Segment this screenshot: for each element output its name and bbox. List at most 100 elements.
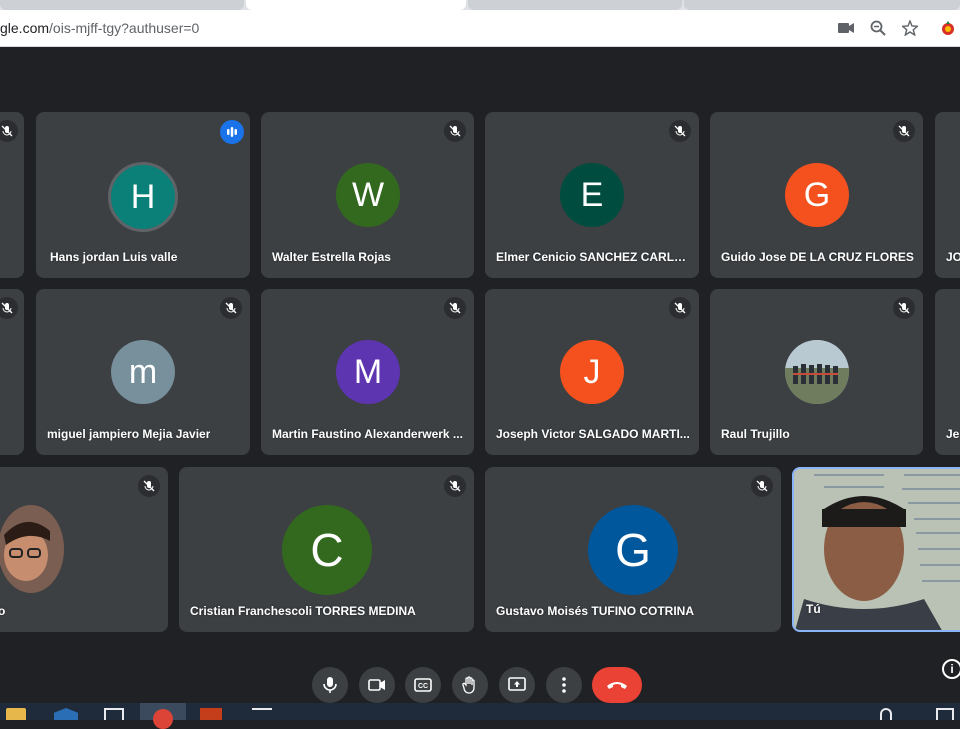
mic-off-icon <box>138 475 160 497</box>
avatar-initial: E <box>580 175 604 214</box>
call-end-icon <box>607 682 627 689</box>
browser-tab[interactable] <box>468 0 682 10</box>
participant-tile[interactable]: E Elmer Cenicio SANCHEZ CARLOS <box>485 112 699 278</box>
url-host: gle.com <box>0 20 50 36</box>
browser-tab-strip <box>0 0 960 10</box>
camera-in-use-icon[interactable] <box>836 18 856 38</box>
participant-tile[interactable]: W Walter Estrella Rojas <box>261 112 474 278</box>
leave-call-button[interactable] <box>592 667 642 703</box>
mic-off-icon <box>751 475 773 497</box>
participant-tile[interactable]: m miguel jampiero Mejia Javier <box>36 289 250 455</box>
avatar-initial: G <box>615 524 651 576</box>
participant-tile[interactable]: C Cristian Franchescoli TORRES MEDINA <box>179 467 474 632</box>
more-vert-icon <box>562 677 566 693</box>
avatar-initial: m <box>128 352 158 391</box>
taskbar-active-app[interactable] <box>140 703 186 729</box>
app-icon[interactable] <box>54 708 78 720</box>
mic-off-icon <box>444 475 466 497</box>
avatar-initial: C <box>310 524 344 576</box>
mic-off-icon <box>444 297 466 319</box>
zoom-icon[interactable] <box>868 18 888 38</box>
participant-tile[interactable]: G Guido Jose DE LA CRUZ FLORES <box>710 112 923 278</box>
avatar: H <box>108 162 178 232</box>
participant-tile-partial[interactable]: Je <box>935 289 960 455</box>
avatar: W <box>336 163 400 227</box>
avatar-initial: J <box>583 352 601 391</box>
participant-name: Tú <box>806 602 821 616</box>
participant-tile[interactable]: o <box>0 467 168 632</box>
participant-tile[interactable]: M Martin Faustino Alexanderwerk ... <box>261 289 474 455</box>
powerpoint-icon[interactable] <box>200 708 222 720</box>
mic-button[interactable] <box>312 667 348 703</box>
avatar: G <box>588 505 678 595</box>
url-path: /ois-mjff-tgy?authuser=0 <box>49 20 200 36</box>
avatar: m <box>111 340 175 404</box>
mic-off-icon <box>893 120 915 142</box>
avatar-initial: W <box>351 175 385 214</box>
person-icon[interactable] <box>880 708 892 720</box>
mic-off-icon <box>220 297 242 319</box>
avatar-photo <box>785 340 849 404</box>
camera-button[interactable] <box>359 667 395 703</box>
participant-name: Je <box>946 427 960 441</box>
browser-tab[interactable] <box>684 0 960 10</box>
bookmark-star-icon[interactable] <box>900 18 920 38</box>
mic-off-icon <box>444 120 466 142</box>
more-options-button[interactable] <box>546 667 582 703</box>
participant-name: Martin Faustino Alexanderwerk ... <box>272 427 463 441</box>
captions-icon: CC <box>414 678 432 692</box>
avatar: M <box>336 340 400 404</box>
participant-name: miguel jampiero Mejia Javier <box>47 427 211 441</box>
captions-button[interactable]: CC <box>405 667 441 703</box>
participant-name: Walter Estrella Rojas <box>272 250 391 264</box>
browser-tab-active[interactable] <box>246 0 466 10</box>
avatar-initial: H <box>130 177 156 216</box>
avatar: C <box>282 505 372 595</box>
chrome-icon <box>153 709 173 729</box>
mic-off-icon <box>893 297 915 319</box>
mic-icon <box>323 677 337 693</box>
participant-name: Hans jordan Luis valle <box>50 250 178 264</box>
participant-tile-partial[interactable] <box>0 289 24 455</box>
camera-icon <box>368 679 385 691</box>
participant-name: Raul Trujillo <box>721 427 790 441</box>
meeting-stage: H Hans jordan Luis valle W Walter Estrel… <box>0 47 960 703</box>
participant-tile[interactable]: G Gustavo Moisés TUFINO COTRINA <box>485 467 781 632</box>
extension-icon[interactable] <box>938 18 958 38</box>
avatar: J <box>560 340 624 404</box>
participant-tile[interactable]: J Joseph Victor SALGADO MARTI... <box>485 289 699 455</box>
svg-text:CC: CC <box>418 683 428 690</box>
participant-tile-partial[interactable] <box>0 112 24 278</box>
self-view-tile[interactable]: Tú <box>792 467 960 632</box>
mail-icon[interactable] <box>252 708 272 720</box>
info-icon[interactable]: i <box>942 659 960 679</box>
present-button[interactable] <box>499 667 535 703</box>
participant-name: Guido Jose DE LA CRUZ FLORES <box>721 250 914 264</box>
mic-off-icon <box>669 297 691 319</box>
participant-name: JO <box>946 250 960 264</box>
participant-name: Gustavo Moisés TUFINO COTRINA <box>496 604 695 618</box>
file-explorer-icon[interactable] <box>6 708 26 720</box>
participant-name: Cristian Franchescoli TORRES MEDINA <box>190 604 416 618</box>
participant-name: Joseph Victor SALGADO MARTI... <box>496 427 690 441</box>
avatar: G <box>785 163 849 227</box>
participant-tile-partial[interactable]: JO <box>935 112 960 278</box>
browser-toolbar: gle.com/ois-mjff-tgy?authuser=0 <box>0 10 960 47</box>
mic-off-icon <box>669 120 691 142</box>
store-icon[interactable] <box>104 708 124 720</box>
os-taskbar <box>0 703 960 729</box>
avatar-initial: M <box>353 352 383 391</box>
notification-icon[interactable] <box>936 708 954 720</box>
avatar-photo <box>0 505 64 593</box>
browser-tab[interactable] <box>0 0 244 10</box>
participant-name: o <box>0 604 5 618</box>
present-icon <box>508 677 526 691</box>
participant-name: Elmer Cenicio SANCHEZ CARLOS <box>496 250 691 264</box>
participant-tile[interactable]: Raul Trujillo <box>710 289 923 455</box>
participant-tile[interactable]: H Hans jordan Luis valle <box>36 112 250 278</box>
raise-hand-icon <box>462 676 475 694</box>
raise-hand-button[interactable] <box>452 667 488 703</box>
address-bar[interactable]: gle.com/ois-mjff-tgy?authuser=0 <box>0 20 199 36</box>
audio-bars-icon <box>220 120 244 144</box>
avatar: E <box>560 163 624 227</box>
